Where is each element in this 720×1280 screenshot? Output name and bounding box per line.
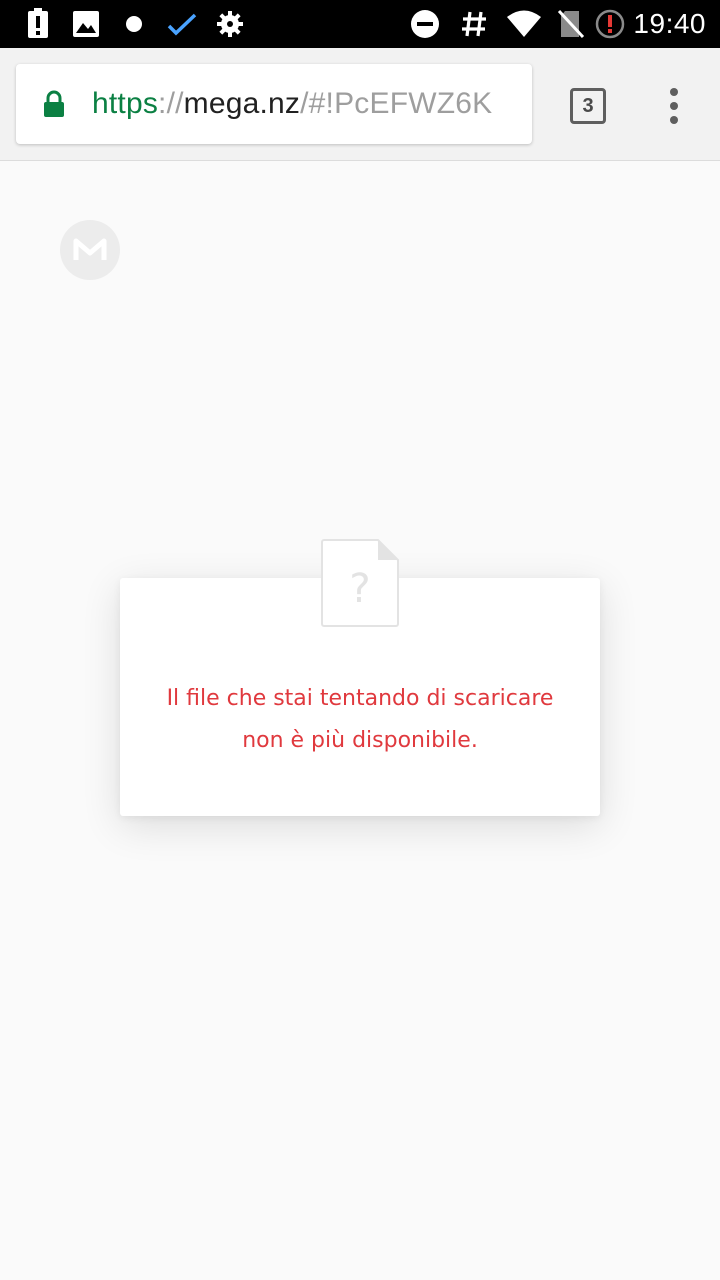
url-separator: :// xyxy=(158,87,184,120)
no-sim-icon xyxy=(549,0,593,48)
notification-icons xyxy=(14,0,254,48)
error-line-1: Il file che stai tentando di scaricare xyxy=(166,686,554,711)
url-path: /#!PcEFWZ6K xyxy=(300,87,493,120)
file-icon-glyph: ? xyxy=(349,566,370,612)
clock: 19:40 xyxy=(633,8,706,39)
overflow-menu-icon[interactable] xyxy=(656,84,692,128)
do-not-disturb-icon xyxy=(401,0,449,48)
dot-icon xyxy=(110,0,158,48)
url-text[interactable]: https://mega.nz/#!PcEFWZ6K xyxy=(92,87,492,121)
url-scheme: https xyxy=(92,87,159,120)
tab-switcher-button[interactable]: 3 xyxy=(570,88,606,124)
lock-icon[interactable] xyxy=(16,64,92,144)
error-message: Il file che stai tentando di scaricare n… xyxy=(120,678,600,762)
url-host: mega.nz xyxy=(183,87,301,120)
mega-logo-icon xyxy=(73,238,107,260)
battery-alert-icon xyxy=(593,0,627,48)
status-bar: 19:40 xyxy=(0,0,720,48)
wifi-icon xyxy=(499,0,549,48)
mega-logo[interactable] xyxy=(60,220,120,280)
hashtag-icon xyxy=(449,0,499,48)
browser-toolbar: https://mega.nz/#!PcEFWZ6K 3 xyxy=(0,48,720,161)
missing-file-icon: ? xyxy=(320,538,400,628)
error-line-2: non è più disponibile. xyxy=(242,728,478,753)
system-icons: 19:40 xyxy=(401,0,706,48)
address-bar[interactable]: https://mega.nz/#!PcEFWZ6K xyxy=(16,64,532,144)
alert-icon xyxy=(14,0,62,48)
check-icon xyxy=(158,0,206,48)
gear-icon xyxy=(206,0,254,48)
image-icon xyxy=(62,0,110,48)
